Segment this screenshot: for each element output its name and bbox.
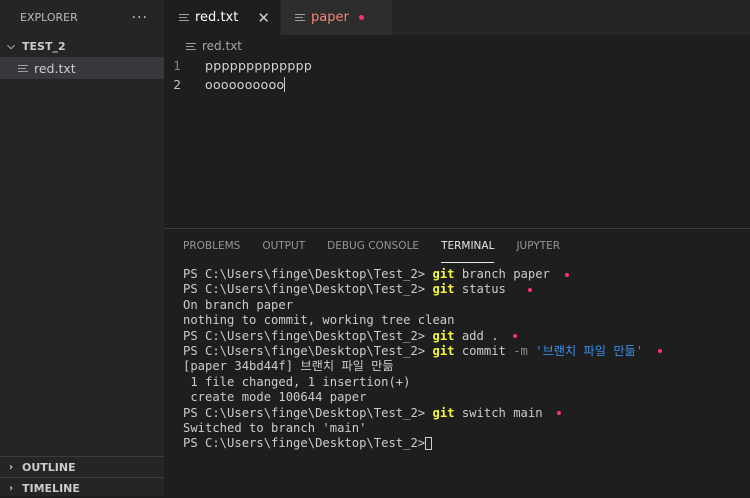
chevron-right-icon: › <box>8 461 14 473</box>
editor-line: 2 oooooooooo <box>165 75 750 94</box>
tab-terminal[interactable]: TERMINAL <box>441 229 495 263</box>
prompt: PS C:\Users\finge\Desktop\Test_2> <box>183 405 426 420</box>
editor-tabs: red.txt ✕ paper <box>165 0 750 35</box>
panel-tabs: PROBLEMS OUTPUT DEBUG CONSOLE TERMINAL J… <box>165 229 750 263</box>
command: git <box>432 328 455 343</box>
terminal[interactable]: PS C:\Users\finge\Desktop\Test_2> git br… <box>165 263 750 452</box>
tab-label: red.txt <box>195 10 239 25</box>
chevron-right-icon: › <box>8 482 14 494</box>
line-number: 1 <box>173 58 181 73</box>
command-string: '브랜치 파일 만듦' <box>535 343 644 358</box>
terminal-line: PS C:\Users\finge\Desktop\Test_2> git ad… <box>183 329 750 344</box>
timeline-label: TIMELINE <box>22 481 80 495</box>
tab-problems[interactable]: PROBLEMS <box>183 229 240 263</box>
prompt: PS C:\Users\finge\Desktop\Test_2> <box>183 436 426 451</box>
outline-label: OUTLINE <box>22 460 76 474</box>
annotation-dot <box>557 411 562 416</box>
breadcrumb[interactable]: red.txt <box>186 36 242 56</box>
tab-paper[interactable]: paper <box>280 0 392 35</box>
timeline-section[interactable]: › TIMELINE <box>0 477 164 498</box>
command: git <box>432 267 455 281</box>
annotation-dot <box>564 272 569 277</box>
terminal-line: nothing to commit, working tree clean <box>183 313 455 328</box>
terminal-line: 1 file changed, 1 insertion(+) <box>183 374 411 389</box>
more-actions-icon[interactable]: ··· <box>132 10 148 26</box>
chevron-down-icon: ⌵ <box>7 40 15 52</box>
folder-label: TEST_2 <box>22 39 66 53</box>
command-args: switch main <box>461 405 543 420</box>
annotation-dot <box>657 349 662 354</box>
terminal-line: PS C:\Users\finge\Desktop\Test_2> git st… <box>183 282 750 297</box>
prompt: PS C:\Users\finge\Desktop\Test_2> <box>183 267 426 281</box>
line-text: ppppppppppppp <box>205 58 313 73</box>
tab-label: paper <box>311 10 349 25</box>
terminal-line: PS C:\Users\finge\Desktop\Test_2> git sw… <box>183 406 750 421</box>
tab-red-txt[interactable]: red.txt ✕ <box>165 0 280 35</box>
text-file-icon <box>295 12 307 24</box>
outline-section[interactable]: › OUTLINE <box>0 456 164 477</box>
close-icon[interactable]: ✕ <box>257 9 270 27</box>
command-args: branch paper <box>461 267 550 281</box>
bottom-panel: PROBLEMS OUTPUT DEBUG CONSOLE TERMINAL J… <box>165 228 750 496</box>
command: git <box>432 282 455 297</box>
text-file-icon <box>179 12 191 24</box>
command-args: add . <box>461 328 499 343</box>
editor-line: 1 ppppppppppppp <box>165 56 750 75</box>
terminal-line: PS C:\Users\finge\Desktop\Test_2> git br… <box>183 267 750 282</box>
command: git <box>432 405 455 420</box>
tab-output[interactable]: OUTPUT <box>262 229 305 263</box>
file-label: red.txt <box>34 60 76 76</box>
annotation-dot <box>527 287 532 292</box>
command-option: -m <box>513 343 528 358</box>
folder-test2[interactable]: ⌵ TEST_2 <box>0 35 164 57</box>
annotation-dot <box>513 334 518 339</box>
breadcrumb-label: red.txt <box>202 39 242 53</box>
text-file-icon <box>18 62 30 74</box>
code-editor[interactable]: 1 ppppppppppppp 2 oooooooooo <box>165 56 750 226</box>
line-text: oooooooooo <box>205 77 285 92</box>
text-file-icon <box>186 40 198 52</box>
prompt: PS C:\Users\finge\Desktop\Test_2> <box>183 282 426 297</box>
terminal-line: On branch paper <box>183 297 294 312</box>
terminal-line: PS C:\Users\finge\Desktop\Test_2> <box>183 436 750 451</box>
tab-debug-console[interactable]: DEBUG CONSOLE <box>327 229 419 263</box>
terminal-line: Switched to branch 'main' <box>183 420 367 435</box>
prompt: PS C:\Users\finge\Desktop\Test_2> <box>183 343 426 358</box>
command: git <box>432 343 455 358</box>
line-number: 2 <box>173 77 181 92</box>
terminal-line: [paper 34bd44f] 브랜치 파일 만듦 <box>183 359 394 374</box>
annotation-dot <box>358 15 364 20</box>
terminal-line: create mode 100644 paper <box>183 390 367 405</box>
explorer-header: EXPLORER ··· <box>0 0 164 35</box>
prompt: PS C:\Users\finge\Desktop\Test_2> <box>183 328 426 343</box>
explorer-title: EXPLORER <box>20 11 78 24</box>
command-args: commit <box>461 343 506 358</box>
file-item-red-txt[interactable]: red.txt <box>0 57 164 79</box>
explorer-sidebar: EXPLORER ··· ⌵ TEST_2 red.txt › OUTLINE … <box>0 0 165 496</box>
text-cursor <box>284 77 286 92</box>
tab-jupyter[interactable]: JUPYTER <box>516 229 560 263</box>
terminal-cursor <box>425 437 433 451</box>
command-args: status <box>461 282 506 297</box>
terminal-line: PS C:\Users\finge\Desktop\Test_2> git co… <box>183 344 750 359</box>
